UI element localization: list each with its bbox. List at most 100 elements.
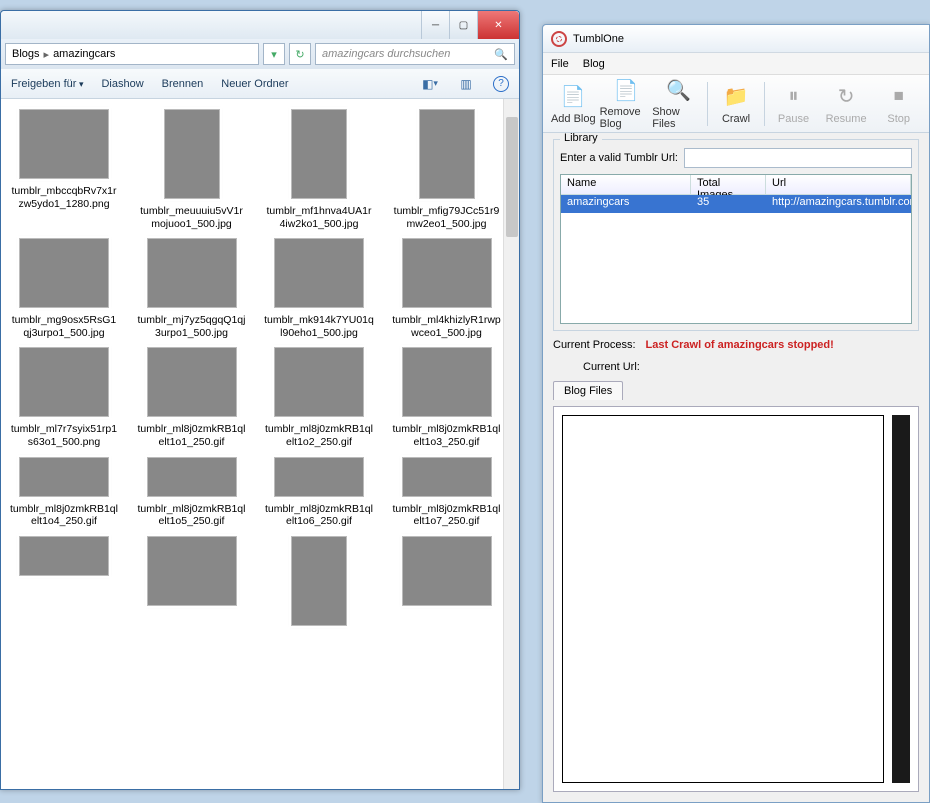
file-thumbnail[interactable]: tumblr_mbccqbRv7x1rzw5ydo1_1280.png <box>5 107 123 232</box>
refresh-button[interactable]: ↻ <box>289 43 311 65</box>
file-thumbnail[interactable]: tumblr_ml8j0zmkRB1qlelt1o7_250.gif <box>388 455 506 530</box>
tab-header: Blog Files <box>553 381 919 400</box>
library-group: Library Enter a valid Tumblr Url: Name T… <box>553 139 919 331</box>
file-pane[interactable]: tumblr_mbccqbRv7x1rzw5ydo1_1280.pngtumbl… <box>1 99 519 789</box>
file-thumbnail[interactable]: tumblr_ml7r7syix51rp1s63o1_500.png <box>5 345 123 450</box>
tab-blogfiles[interactable]: Blog Files <box>553 381 623 400</box>
file-thumbnail[interactable] <box>260 534 378 634</box>
search-input[interactable]: amazingcars durchsuchen 🔍 <box>315 43 515 65</box>
file-name: tumblr_mfig79JCc51r9mw2eo1_500.jpg <box>392 205 502 230</box>
thumbnail-image <box>274 347 364 417</box>
file-thumbnail[interactable]: tumblr_mf1hnva4UA1r4iw2ko1_500.jpg <box>260 107 378 232</box>
share-button[interactable]: Freigeben für <box>11 78 83 90</box>
file-thumbnail[interactable] <box>388 534 506 634</box>
file-name: tumblr_mk914k7YU01ql90eho1_500.jpg <box>264 314 374 339</box>
file-thumbnail[interactable]: tumblr_ml8j0zmkRB1qlelt1o2_250.gif <box>260 345 378 450</box>
slideshow-button[interactable]: Diashow <box>101 78 143 90</box>
cell-name: amazingcars <box>561 195 691 213</box>
thumbnail-image <box>274 238 364 308</box>
col-images[interactable]: Total Images <box>691 175 766 194</box>
pause-button[interactable]: ⏸Pause <box>767 78 820 130</box>
file-thumbnail[interactable]: tumblr_ml8j0zmkRB1qlelt1o3_250.gif <box>388 345 506 450</box>
preview-image <box>562 415 884 783</box>
close-button[interactable]: ✕ <box>477 11 519 39</box>
file-thumbnail[interactable] <box>5 534 123 634</box>
file-name: tumblr_mf1hnva4UA1r4iw2ko1_500.jpg <box>264 205 374 230</box>
crawl-button[interactable]: 📁Crawl <box>710 78 763 130</box>
scrollbar-thumb[interactable] <box>506 117 518 237</box>
file-name: tumblr_ml8j0zmkRB1qlelt1o4_250.gif <box>9 503 119 528</box>
status-process: Current Process: Last Crawl of amazingca… <box>553 337 919 353</box>
command-bar: Freigeben für Diashow Brennen Neuer Ordn… <box>1 69 519 99</box>
view-button[interactable]: ◧ <box>421 75 439 93</box>
file-name: tumblr_ml8j0zmkRB1qlelt1o6_250.gif <box>264 503 374 528</box>
url-input[interactable] <box>684 148 912 168</box>
file-name: tumblr_mj7yz5qgqQ1qj3urpo1_500.jpg <box>137 314 247 339</box>
file-name: tumblr_ml8j0zmkRB1qlelt1o1_250.gif <box>137 423 247 448</box>
scrollbar[interactable] <box>503 99 519 789</box>
file-thumbnail[interactable]: tumblr_mk914k7YU01ql90eho1_500.jpg <box>260 236 378 341</box>
minimize-button[interactable]: ─ <box>421 11 449 39</box>
breadcrumb-part[interactable]: amazingcars <box>53 48 115 60</box>
toolbar-separator <box>707 82 708 126</box>
breadcrumb-dropdown[interactable]: ▾ <box>263 43 285 65</box>
remove-blog-button[interactable]: 📄Remove Blog <box>600 78 653 130</box>
thumbnail-image <box>291 536 347 626</box>
file-thumbnail[interactable]: tumblr_mg9osx5RsG1qj3urpo1_500.jpg <box>5 236 123 341</box>
thumbnail-image <box>147 536 237 606</box>
folder-search-icon: 🔍 <box>665 78 693 104</box>
help-button[interactable]: ? <box>493 76 509 92</box>
explorer-titlebar: ─ ▢ ✕ <box>1 11 519 39</box>
resume-button[interactable]: ↻Resume <box>820 78 873 130</box>
add-blog-button[interactable]: 📄Add Blog <box>547 78 600 130</box>
file-thumbnail[interactable]: tumblr_ml8j0zmkRB1qlelt1o5_250.gif <box>133 455 251 530</box>
col-name[interactable]: Name <box>561 175 691 194</box>
address-bar: Blogs ▸ amazingcars ▾ ↻ amazingcars durc… <box>1 39 519 69</box>
preview-pane-button[interactable]: ▥ <box>457 75 475 93</box>
file-name: tumblr_meuuuiu5vV1rmojuoo1_500.jpg <box>137 205 247 230</box>
breadcrumb-part[interactable]: Blogs <box>12 48 40 60</box>
tumblone-titlebar: TumblOne <box>543 25 929 53</box>
thumbnail-image <box>19 457 109 497</box>
thumbnail-image <box>19 238 109 308</box>
breadcrumb[interactable]: Blogs ▸ amazingcars <box>5 43 259 65</box>
thumbnail-image <box>19 536 109 576</box>
thumbnail-image <box>164 109 220 199</box>
newfolder-button[interactable]: Neuer Ordner <box>221 78 288 90</box>
file-thumbnail[interactable]: tumblr_mj7yz5qgqQ1qj3urpo1_500.jpg <box>133 236 251 341</box>
col-url[interactable]: Url <box>766 175 911 194</box>
thumbnail-image <box>147 457 237 497</box>
stop-button[interactable]: ⏹Stop <box>872 78 925 130</box>
maximize-button[interactable]: ▢ <box>449 11 477 39</box>
show-files-button[interactable]: 🔍Show Files <box>652 78 705 130</box>
file-thumbnail[interactable]: tumblr_ml8j0zmkRB1qlelt1o6_250.gif <box>260 455 378 530</box>
status-url: Current Url: <box>553 359 919 375</box>
file-thumbnail[interactable] <box>133 534 251 634</box>
search-placeholder: amazingcars durchsuchen <box>322 48 450 60</box>
blog-table[interactable]: Name Total Images Url amazingcars 35 htt… <box>560 174 912 324</box>
file-name: tumblr_ml8j0zmkRB1qlelt1o7_250.gif <box>392 503 502 528</box>
menu-file[interactable]: File <box>551 58 569 70</box>
menu-blog[interactable]: Blog <box>583 58 605 70</box>
thumbnail-image <box>402 238 492 308</box>
thumbnail-image <box>419 109 475 199</box>
currenturl-label: Current Url: <box>583 361 640 373</box>
app-title: TumblOne <box>573 33 624 45</box>
crawl-icon: 📁 <box>722 83 750 111</box>
file-thumbnail[interactable]: tumblr_ml8j0zmkRB1qlelt1o4_250.gif <box>5 455 123 530</box>
remove-blog-icon: 📄 <box>612 78 640 104</box>
file-thumbnail[interactable]: tumblr_meuuuiu5vV1rmojuoo1_500.jpg <box>133 107 251 232</box>
table-row[interactable]: amazingcars 35 http://amazingcars.tumblr… <box>561 195 911 213</box>
toolbar-separator <box>764 82 765 126</box>
thumbnail-image <box>19 347 109 417</box>
resume-icon: ↻ <box>832 83 860 111</box>
file-thumbnail[interactable]: tumblr_ml4khizlyR1rwpwceo1_500.jpg <box>388 236 506 341</box>
thumbnail-image <box>147 347 237 417</box>
explorer-window: ─ ▢ ✕ Blogs ▸ amazingcars ▾ ↻ amazingcar… <box>0 10 520 790</box>
file-thumbnail[interactable]: tumblr_mfig79JCc51r9mw2eo1_500.jpg <box>388 107 506 232</box>
burn-button[interactable]: Brennen <box>162 78 204 90</box>
file-name: tumblr_ml8j0zmkRB1qlelt1o2_250.gif <box>264 423 374 448</box>
process-label: Current Process: <box>553 339 636 351</box>
file-thumbnail[interactable]: tumblr_ml8j0zmkRB1qlelt1o1_250.gif <box>133 345 251 450</box>
preview-image-dark <box>892 415 910 783</box>
